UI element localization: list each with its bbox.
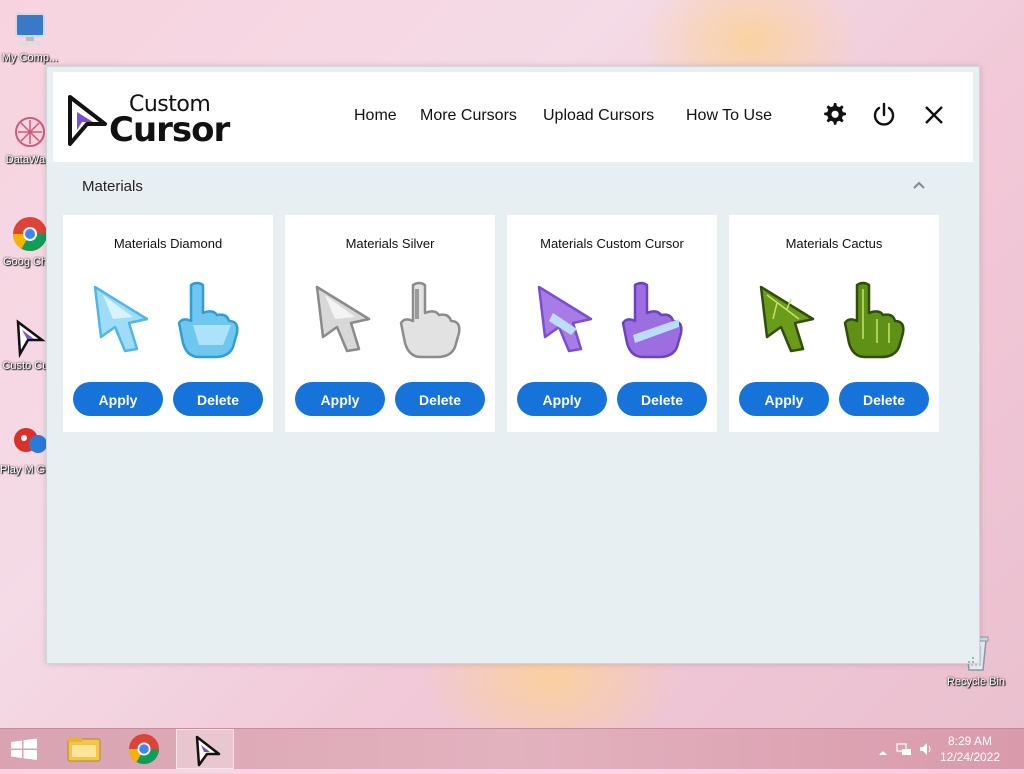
cursor-card-diamond: Materials Diamond Apply Delete xyxy=(63,215,273,432)
gear-icon[interactable] xyxy=(819,100,849,130)
clock-date: 12/24/2022 xyxy=(939,750,1001,764)
logo-cursor-icon xyxy=(68,95,107,146)
start-button[interactable] xyxy=(0,729,56,769)
taskbar: 8:29 AM 12/24/2022 xyxy=(0,728,1024,769)
chevron-up-icon[interactable] xyxy=(878,743,888,762)
chrome-icon xyxy=(10,214,50,254)
nav-more-cursors[interactable]: More Cursors xyxy=(420,107,517,125)
card-title: Materials Silver xyxy=(345,236,435,251)
desktop-icon-label: My Comp... xyxy=(1,52,59,64)
game-icon xyxy=(10,422,50,462)
cursor-card-silver: Materials Silver Apply Delete xyxy=(285,215,495,432)
clock-time: 8:29 AM xyxy=(947,734,993,748)
apply-button[interactable]: Apply xyxy=(295,382,385,416)
apply-button[interactable]: Apply xyxy=(73,382,163,416)
card-title: Materials Diamond xyxy=(113,236,223,251)
taskbar-clock[interactable]: 8:29 AM 12/24/2022 xyxy=(930,733,1010,765)
close-icon[interactable] xyxy=(919,100,949,130)
desktop-icon-label: Recycle Bin xyxy=(946,676,1006,688)
custom-cursor-preview xyxy=(537,281,683,359)
file-explorer-icon[interactable] xyxy=(56,729,112,769)
desktop-icon-my-computer[interactable]: My Comp... xyxy=(0,10,60,65)
nav-home[interactable]: Home xyxy=(354,107,397,125)
cursor-card-custom-cursor: Materials Custom Cursor Apply Delete xyxy=(507,215,717,432)
nav-how-to-use[interactable]: How To Use xyxy=(686,107,772,125)
computer-icon xyxy=(10,10,50,50)
section-title: Materials xyxy=(82,178,143,195)
power-icon[interactable] xyxy=(869,100,899,130)
custom-cursor-icon xyxy=(10,318,50,359)
delete-button[interactable]: Delete xyxy=(617,382,707,416)
custom-cursor-app-icon[interactable] xyxy=(176,729,234,769)
logo-text-cursor: Cursor xyxy=(109,110,230,150)
silver-cursor-preview xyxy=(315,281,461,359)
app-logo[interactable]: Custom Cursor xyxy=(67,92,247,150)
chrome-icon[interactable] xyxy=(116,729,172,769)
delete-button[interactable]: Delete xyxy=(173,382,263,416)
delete-button[interactable]: Delete xyxy=(395,382,485,416)
apply-button[interactable]: Apply xyxy=(739,382,829,416)
custom-cursor-window: Custom Cursor Home More Cursors Upload C… xyxy=(46,66,980,664)
materials-section-header[interactable]: Materials xyxy=(53,167,973,207)
app-header: Custom Cursor Home More Cursors Upload C… xyxy=(53,72,973,162)
card-title: Materials Custom Cursor xyxy=(540,236,684,251)
diamond-cursor-preview xyxy=(93,281,239,359)
system-tray: 8:29 AM 12/24/2022 xyxy=(864,729,1024,769)
card-title: Materials Cactus xyxy=(785,236,883,251)
cactus-cursor-preview xyxy=(759,281,905,359)
datawatch-icon xyxy=(10,112,50,152)
cursor-card-cactus: Materials Cactus Apply Delete xyxy=(729,215,939,432)
apply-button[interactable]: Apply xyxy=(517,382,607,416)
nav-upload-cursors[interactable]: Upload Cursors xyxy=(543,107,654,125)
network-icon[interactable] xyxy=(896,741,912,761)
delete-button[interactable]: Delete xyxy=(839,382,929,416)
resize-grip-icon[interactable] xyxy=(965,649,975,663)
chevron-up-icon[interactable] xyxy=(909,175,929,195)
